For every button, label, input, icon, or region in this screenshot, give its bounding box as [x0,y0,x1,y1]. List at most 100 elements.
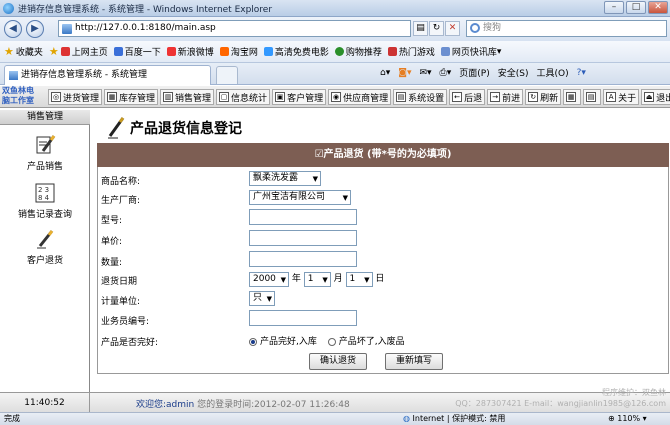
zoom-icon: ⊕ [608,414,618,423]
menu-stock[interactable]: ▦ 库存管理 [104,89,159,105]
minimize-button[interactable]: – [604,1,624,14]
menu-customers[interactable]: ▣ 客户管理 [272,89,327,105]
close-button[interactable]: ✕ [648,1,668,14]
menu-image-1[interactable]: ▦ [563,89,582,105]
day-select[interactable]: 1 ▼ [345,272,373,287]
model-input[interactable] [249,209,357,225]
qty-input[interactable] [249,251,357,267]
sidebar-item-sales-records[interactable]: 2 3 8 4 销售记录查询 [0,182,90,220]
stats-icon: ▢ [219,92,230,102]
price-input[interactable] [249,230,357,246]
radio-bad[interactable]: 产品坏了,入废品 [327,337,405,347]
back-arrow-icon: ← [452,92,463,102]
forward-arrow-icon: → [490,92,501,102]
page-icon [62,24,72,34]
menu-refresh[interactable]: ↻ 刷新 [525,89,562,105]
compat-view-icon[interactable]: ▤ [413,21,428,36]
stop-icon[interactable]: ✕ [445,21,460,36]
purchase-icon: ◎ [51,92,61,102]
exit-icon: ⏏ [644,92,655,102]
form-header: ☑产品退货 (带*号的为必填项) [97,143,669,167]
salesman-input[interactable] [249,310,357,326]
page-menu[interactable]: 页面(P) [459,66,489,79]
vendor-label: 生产厂商: [101,196,141,206]
menu-stats[interactable]: ▢ 信息统计 [216,89,271,105]
svg-text:2 3: 2 3 [38,186,49,194]
search-input[interactable]: 搜狗 [466,20,667,37]
favorites-item[interactable]: ★ 上网主页 [49,45,108,58]
menu-purchase[interactable]: ◎ 进货管理 [48,89,103,105]
favorites-button[interactable]: ★ 收藏夹 [4,45,43,58]
about-icon: A [606,92,617,102]
unit-select[interactable]: 只 ▼ [249,291,275,306]
home-icon[interactable]: ⌂▾ [380,68,390,78]
refresh-icon: ↻ [528,92,539,102]
menu-back[interactable]: ← 后退 [449,89,486,105]
favorites-item[interactable]: 淘宝网 [219,45,258,58]
settings-icon: ▤ [396,92,407,102]
app-logo: 双鱼林电 脑工作室 [2,86,34,105]
reset-button[interactable]: 重新填写 [385,353,443,370]
pencil-icon [37,230,54,249]
confirm-return-button[interactable]: 确认退货 [309,353,367,370]
pencil-paper-icon [36,135,56,154]
browser-tab[interactable]: 进销存信息管理系统 - 系统管理 [4,65,211,85]
sidebar-item-product-sales[interactable]: 产品销售 [0,134,90,172]
menu-suppliers[interactable]: ◉ 供应商管理 [328,89,392,105]
menu-sales[interactable]: ▥ 销售管理 [160,89,215,105]
sales-icon: ▥ [163,92,174,102]
search-placeholder: 搜狗 [483,23,502,33]
radio-good-button[interactable] [249,337,257,346]
menu-about[interactable]: A 关于 [603,89,640,105]
status-text: 完成 [4,414,20,423]
favorites-item[interactable]: 高清免费电影 [263,45,329,58]
star-icon: ★ [4,45,14,58]
dropdown-arrow-icon: ▼ [280,276,286,284]
menu-exit[interactable]: ⏏ 退出 [641,89,670,105]
site-icon [263,47,273,56]
window-title: 进销存信息管理系统 - 系统管理 - Windows Internet Expl… [18,4,273,15]
favorites-item[interactable]: 热门游戏 [387,45,435,58]
maximize-button[interactable]: □ [626,1,646,14]
month-select[interactable]: 1 ▼ [303,272,331,287]
dropdown-arrow-icon: ▼ [364,276,370,284]
customers-icon: ▣ [275,92,286,102]
salesman-label: 业务员编号: [101,317,150,327]
sidebar-item-customer-return[interactable]: 客户退货 [0,228,90,266]
favorites-item[interactable]: 网页快讯库 ▾ [440,45,501,58]
menu-image-2[interactable]: ▤ [583,89,602,105]
safety-menu[interactable]: 安全(S) [498,66,529,79]
mail-icon[interactable]: ✉▾ [419,68,431,78]
zone-info: ◍ Internet | 保护模式: 禁用 [403,414,506,423]
radio-good[interactable]: 产品完好,入库 [249,337,317,347]
help-icon[interactable]: ?▾ [577,68,586,78]
dropdown-arrow-icon: ▼ [322,276,328,284]
refresh-icon[interactable]: ↻ [429,21,444,36]
forward-button[interactable]: ▶ [26,20,44,38]
site-icon [113,47,123,56]
radio-bad-button[interactable] [327,337,336,346]
address-url: http://127.0.0.1:8180/main.asp [75,23,216,33]
favorites-item[interactable]: 购物推荐 [334,45,382,58]
new-tab-button[interactable] [216,66,238,84]
unit-label: 计量单位: [101,297,141,307]
product-select[interactable]: 飘柔洗发露 ▼ [249,171,321,186]
grid-icon: ▦ [566,92,577,102]
sidebar-title: 销售管理 [0,110,90,125]
vendor-select[interactable]: 广州宝洁有限公司 ▼ [249,190,351,205]
site-icon [219,47,229,56]
zoom-level[interactable]: ⊕ 110% ▾ [608,413,647,425]
app-header: 双鱼林电 脑工作室 ◎ 进货管理 ▦ 库存管理 ▥ 销售管理 ▢ 信息统计 ▣ 客户管理 … [0,86,670,108]
menu-forward[interactable]: → 前进 [487,89,524,105]
favorites-item[interactable]: 新浪微博 [166,45,214,58]
print-icon[interactable]: ⎙▾ [440,68,452,78]
favorites-item[interactable]: 百度一下 [113,45,161,58]
back-button[interactable]: ◀ [4,20,22,38]
year-select[interactable]: 2000 ▼ [249,272,289,287]
tools-menu[interactable]: 工具(O) [536,66,568,79]
address-input[interactable]: http://127.0.0.1:8180/main.asp [58,20,411,37]
menu-settings[interactable]: ▤ 系统设置 [393,89,448,105]
intact-label: 产品是否完好: [101,338,159,348]
favorites-bar: ★ 收藏夹 ★ 上网主页 百度一下 新浪微博 淘宝网 高清免费电影 购物推荐 热门… [0,41,670,63]
feeds-icon[interactable]: ◙▾ [398,68,411,78]
